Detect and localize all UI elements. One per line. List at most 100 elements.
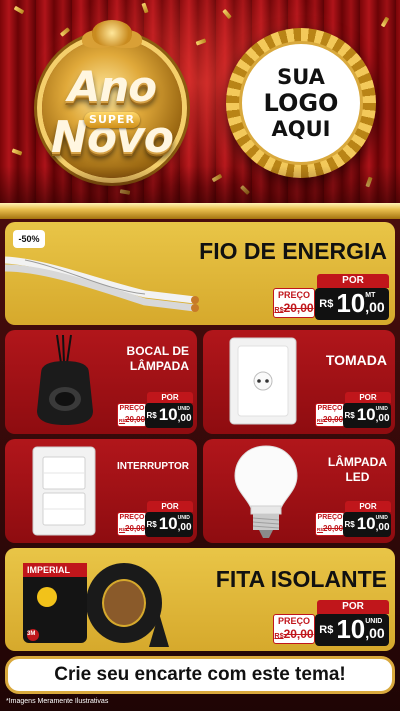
preco-label: PREÇO <box>277 290 310 300</box>
current-price: R$ 10 UNID ,00 <box>145 512 193 537</box>
product-card-fita: IMPERIAL 3M FITA ISOLANTE POR PREÇO R$20… <box>5 548 395 651</box>
old-price: R$20,00 <box>274 627 314 641</box>
product-card-bocal: BOCAL DE LÂMPADA POR PREÇO R$20,00 R$ 10… <box>5 330 197 434</box>
old-price-box: PREÇO R$20,00 <box>117 512 147 536</box>
price-decimal: ,00 <box>365 299 385 315</box>
light-switch-image <box>32 446 96 536</box>
price-tag: POR PREÇO R$20,00 R$ 10 UNID ,00 <box>315 392 391 428</box>
por-label: POR <box>147 501 193 512</box>
price-integer: 10 <box>336 614 366 644</box>
logo-placeholder-seal: SUA LOGO AQUI <box>226 28 376 178</box>
price-tag: POR PREÇO R$20,00 R$ 10 UNID ,00 <box>117 501 193 537</box>
price-integer: 10 <box>158 514 178 533</box>
price-integer: 10 <box>356 514 376 533</box>
confetti <box>240 185 250 195</box>
preco-label: PREÇO <box>277 616 310 626</box>
old-price: R$20,00 <box>316 415 344 424</box>
price-decimal: ,00 <box>177 413 192 424</box>
preco-label: PREÇO <box>317 514 343 521</box>
product-name-line: LÂMPADA <box>129 359 189 373</box>
confetti <box>119 189 131 195</box>
price-unit: UNID <box>375 515 388 521</box>
product-card-fio: -50% FIO DE ENERGIA POR PREÇO R$20,00 R$… <box>5 222 395 325</box>
currency: R$ <box>146 520 157 529</box>
cta-banner[interactable]: Crie seu encarte com este tema! <box>5 656 395 694</box>
ano-title: Ano <box>67 62 157 111</box>
price-decimal: ,00 <box>375 522 390 533</box>
currency: R$ <box>319 624 334 636</box>
disclaimer: *Imagens Meramente Ilustrativas <box>6 698 109 705</box>
price-tag: POR PREÇO R$20,00 R$ 10 MT ,00 <box>273 274 389 320</box>
price-unit: UNID <box>375 406 388 412</box>
logo-text-line: LOGO <box>263 89 339 117</box>
current-price: R$ 10 UNID ,00 <box>145 403 193 428</box>
header-banner: Ano SUPER Novo SUA LOGO AQUI <box>0 0 400 206</box>
por-label: POR <box>147 392 193 403</box>
old-price: R$20,00 <box>316 524 344 533</box>
current-price: R$ 10 MT ,00 <box>315 288 389 320</box>
price-decimal: ,00 <box>375 413 390 424</box>
confetti <box>11 148 23 156</box>
product-name: LÂMPADA LED <box>328 455 387 485</box>
old-price-box: PREÇO R$20,00 <box>315 403 345 427</box>
currency: R$ <box>146 411 157 420</box>
old-price: R$20,00 <box>118 524 146 533</box>
currency: R$ <box>344 520 355 529</box>
product-card-tomada: TOMADA POR PREÇO R$20,00 R$ 10 UNID ,00 <box>203 330 395 434</box>
price-integer: 10 <box>158 405 178 424</box>
gift-bow-icon <box>92 20 132 46</box>
product-name: BOCAL DE LÂMPADA <box>127 344 189 374</box>
product-name: FIO DE ENERGIA <box>199 238 387 264</box>
confetti <box>222 8 232 20</box>
current-price: R$ 10 UNID ,00 <box>343 403 391 428</box>
logo-text-line: SUA <box>277 65 325 89</box>
price-decimal: ,00 <box>365 625 385 641</box>
por-label: POR <box>317 274 389 288</box>
price-integer: 10 <box>356 405 376 424</box>
price-unit: UNID <box>177 515 190 521</box>
product-card-interruptor: INTERRUPTOR POR PREÇO R$20,00 R$ 10 UNID… <box>5 439 197 543</box>
preco-label: PREÇO <box>317 405 343 412</box>
old-price-box: PREÇO R$20,00 <box>117 403 147 427</box>
logo-placeholder: SUA LOGO AQUI <box>239 41 363 165</box>
price-unit: UNID <box>365 618 383 625</box>
price-integer: 10 <box>336 288 366 318</box>
preco-label: PREÇO <box>119 514 145 521</box>
product-name-line: LED <box>345 470 370 484</box>
led-bulb-image <box>234 445 298 538</box>
logo-text-line: AQUI <box>271 117 331 141</box>
por-label: POR <box>345 392 391 403</box>
confetti <box>13 5 25 15</box>
preco-label: PREÇO <box>119 405 145 412</box>
old-price: R$20,00 <box>274 301 314 315</box>
product-name: INTERRUPTOR <box>116 461 189 472</box>
product-name: TOMADA <box>325 352 387 368</box>
confetti <box>380 16 390 28</box>
product-name: FITA ISOLANTE <box>215 566 387 592</box>
super-label: SUPER <box>84 112 140 128</box>
price-decimal: ,00 <box>177 522 192 533</box>
current-price: R$ 10 UNID ,00 <box>315 614 389 646</box>
por-label: POR <box>317 600 389 614</box>
brand-label: IMPERIAL <box>27 565 71 575</box>
brand-3m-label: 3M <box>27 631 36 637</box>
old-price: R$20,00 <box>118 415 146 424</box>
confetti <box>365 176 373 188</box>
lamp-socket-image <box>37 334 93 425</box>
gold-divider <box>0 203 400 219</box>
old-price-box: PREÇO R$20,00 <box>273 614 315 644</box>
product-card-lampada: LÂMPADA LED POR PREÇO R$20,00 R$ 10 UNID… <box>203 439 395 543</box>
por-label: POR <box>345 501 391 512</box>
product-name-line: LÂMPADA <box>327 455 387 469</box>
price-unit: MT <box>365 292 376 299</box>
price-tag: POR PREÇO R$20,00 R$ 10 UNID ,00 <box>273 600 389 646</box>
old-price-box: PREÇO R$20,00 <box>273 288 315 318</box>
price-tag: POR PREÇO R$20,00 R$ 10 UNID ,00 <box>117 392 193 428</box>
super-ano-novo-badge: Ano SUPER Novo <box>22 20 202 190</box>
currency: R$ <box>344 411 355 420</box>
current-price: R$ 10 UNID ,00 <box>343 512 391 537</box>
confetti <box>141 2 149 14</box>
product-name-line: BOCAL DE <box>126 344 189 358</box>
outlet-image <box>229 337 297 425</box>
confetti <box>211 173 223 183</box>
